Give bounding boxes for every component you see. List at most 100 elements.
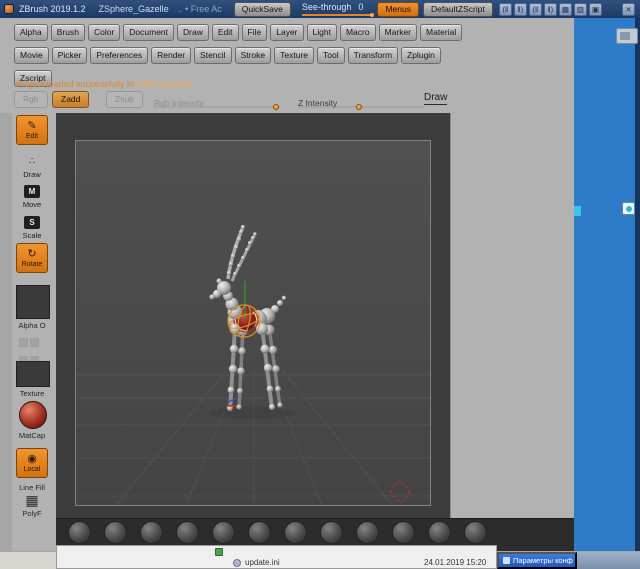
menu-alpha[interactable]: Alpha	[14, 24, 48, 41]
desktop-icon-fragment	[574, 206, 581, 216]
alpha-thumbnail[interactable]	[16, 285, 50, 319]
scale-icon: S	[24, 216, 40, 229]
stroke-icon	[30, 338, 39, 347]
palette-icon[interactable]: ▨	[574, 3, 587, 16]
menu-stencil[interactable]: Stencil	[194, 47, 232, 64]
ini-file-icon	[233, 559, 241, 567]
status-time: 0.69 seconds.	[137, 79, 193, 89]
rgb-button[interactable]: Rgb	[14, 91, 48, 108]
tray-close-left-icon[interactable]: ‖)	[514, 3, 527, 16]
zadd-button[interactable]: Zadd	[52, 91, 89, 108]
titlebar: ZBrush 2019.1.2 ZSphere_Gazelle .. • Fre…	[0, 0, 640, 18]
rotate-label: Rotate	[22, 261, 43, 268]
rgb-intensity-knob[interactable]	[273, 104, 279, 110]
menu-row-2: Movie Picker Preferences Render Stencil …	[0, 47, 574, 64]
brush-thumbnail	[284, 521, 307, 544]
document-title: ZSphere_Gazelle	[99, 4, 169, 14]
see-through-value: 0	[358, 2, 363, 12]
move-tool-label: Move	[14, 200, 50, 209]
quicksave-button[interactable]: QuickSave	[234, 2, 291, 17]
menu-file[interactable]: File	[242, 24, 268, 41]
tray-open-right-icon[interactable]: (‖	[529, 3, 542, 16]
draw-mode-label[interactable]: Draw	[424, 92, 447, 105]
explorer-window-fragment[interactable]: update.ini 24.01.2019 15:20	[56, 545, 497, 569]
menus-button[interactable]: Menus	[377, 2, 419, 17]
brush-thumbnail	[428, 521, 451, 544]
polyframe-toggle[interactable]: ▦	[14, 492, 50, 510]
scale-tool[interactable]: S Scale	[14, 212, 50, 240]
menu-texture[interactable]: Texture	[274, 47, 314, 64]
menu-layer[interactable]: Layer	[270, 24, 303, 41]
tray-open-left-icon[interactable]: (‖	[499, 3, 512, 16]
stroke-icon	[19, 338, 28, 347]
titlebar-tray-controls: (‖ ‖) (‖ ‖) ▦ ▨ ▣	[499, 3, 602, 16]
draw-tool[interactable]: ∴ Draw	[14, 151, 50, 179]
menu-stroke[interactable]: Stroke	[235, 47, 272, 64]
left-edge-strip	[0, 113, 12, 551]
menu-draw[interactable]: Draw	[177, 24, 209, 41]
app-title: ZBrush 2019.1.2	[19, 4, 86, 14]
texture-label: Texture	[12, 389, 52, 398]
menu-render[interactable]: Render	[151, 47, 191, 64]
status-message: Project loaded successfully in 0.69 seco…	[16, 79, 193, 89]
brush-thumbnail	[356, 521, 379, 544]
taskbar-right-area	[577, 552, 640, 569]
rotate-button[interactable]: ↻ Rotate	[16, 243, 48, 273]
see-through-knob[interactable]	[370, 13, 374, 17]
menu-movie[interactable]: Movie	[14, 47, 49, 64]
menu-color[interactable]: Color	[88, 24, 120, 41]
titlebar-partial-text: .. • Free Ac	[178, 4, 222, 14]
local-button[interactable]: ◉ Local	[16, 448, 48, 478]
desktop-icon[interactable]	[616, 28, 638, 44]
draw-dots-icon: ∴	[29, 156, 35, 167]
menu-transform[interactable]: Transform	[348, 47, 398, 64]
file-date: 24.01.2019 15:20	[424, 558, 486, 567]
brush-thumbnail	[176, 521, 199, 544]
desktop-icon[interactable]	[622, 202, 635, 215]
explorer-file-row[interactable]: update.ini	[233, 558, 280, 567]
menu-marker[interactable]: Marker	[379, 24, 417, 41]
polyframe-grid-icon: ▦	[25, 492, 38, 508]
grid-icon[interactable]: ▦	[559, 3, 572, 16]
menu-bar: Alpha Brush Color Document Draw Edit Fil…	[0, 18, 574, 78]
move-tool[interactable]: M Move	[14, 181, 50, 209]
viewport-canvas[interactable]	[56, 113, 450, 518]
lock-icon[interactable]: ▣	[589, 3, 602, 16]
menu-tool[interactable]: Tool	[317, 47, 345, 64]
menu-material[interactable]: Material	[420, 24, 462, 41]
see-through-track[interactable]	[302, 14, 372, 16]
edit-label: Edit	[26, 133, 38, 140]
pencil-icon: ✎	[27, 121, 36, 132]
move-icon: M	[24, 185, 40, 198]
see-through-label: See-through	[302, 2, 352, 12]
menu-macro[interactable]: Macro	[340, 24, 376, 41]
z-intensity-slider[interactable]: Z Intensity	[298, 93, 424, 108]
desktop-edge	[635, 18, 640, 551]
close-icon[interactable]: ✕	[622, 3, 635, 16]
menu-brush[interactable]: Brush	[51, 24, 85, 41]
menu-row-1: Alpha Brush Color Document Draw Edit Fil…	[0, 24, 574, 41]
texture-thumbnail[interactable]	[16, 361, 50, 387]
brush-thumbnail	[140, 521, 163, 544]
tray-close-right-icon[interactable]: ‖)	[544, 3, 557, 16]
default-zscript-button[interactable]: DefaultZScript	[423, 2, 493, 17]
menu-picker[interactable]: Picker	[52, 47, 88, 64]
taskbar-task-button[interactable]: Параметры конф	[497, 552, 577, 569]
menu-zplugin[interactable]: Zplugin	[401, 47, 441, 64]
document-area[interactable]	[75, 140, 431, 506]
menu-edit[interactable]: Edit	[212, 24, 239, 41]
left-tool-shelf: ✎ Edit ∴ Draw M Move S Scale ↻ Rotate Al…	[12, 113, 56, 551]
z-intensity-knob[interactable]	[356, 104, 362, 110]
matcap-sphere[interactable]	[19, 401, 47, 429]
rgb-intensity-slider[interactable]: Rgb Intensity	[154, 93, 280, 108]
see-through-slider[interactable]: See-through 0	[302, 2, 368, 16]
brush-thumbnail	[68, 521, 91, 544]
file-name: update.ini	[245, 558, 280, 567]
explorer-row[interactable]	[215, 548, 223, 556]
menu-document[interactable]: Document	[123, 24, 174, 41]
edit-button[interactable]: ✎ Edit	[16, 115, 48, 145]
menu-preferences[interactable]: Preferences	[90, 47, 148, 64]
zsub-button[interactable]: Zsub	[106, 91, 143, 108]
file-type-icon	[215, 548, 223, 556]
menu-light[interactable]: Light	[307, 24, 337, 41]
